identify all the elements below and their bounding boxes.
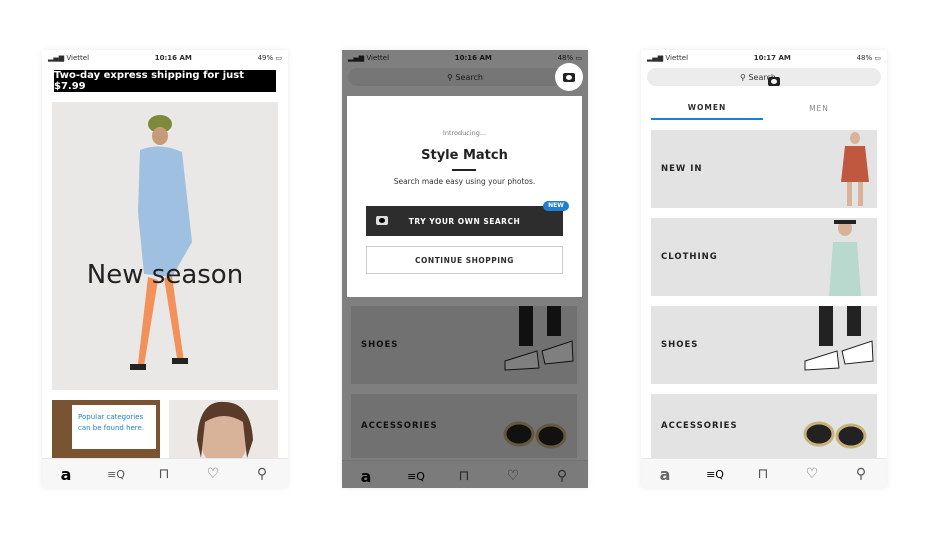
new-badge: NEW bbox=[543, 201, 569, 211]
heart-icon[interactable]: ♡ bbox=[803, 465, 821, 483]
heart-icon[interactable]: ♡ bbox=[204, 465, 222, 483]
home-icon[interactable]: a bbox=[656, 465, 674, 484]
camera-search-button[interactable] bbox=[555, 63, 583, 91]
home-icon[interactable]: a bbox=[57, 465, 75, 484]
status-bar: ▂▄▆ Viettel 10:16 AM 49% ▭ bbox=[42, 50, 288, 66]
model-portrait-image bbox=[197, 401, 253, 458]
shipping-banner[interactable]: Two-day express shipping for just $7.99 bbox=[54, 70, 276, 92]
bottom-tab-bar: a ≡Q ⊓ ♡ ⚲ bbox=[641, 458, 887, 488]
camera-icon bbox=[376, 216, 388, 227]
battery-level: 48% bbox=[856, 54, 873, 62]
phone-home-screen: ▂▄▆ Viettel 10:16 AM 49% ▭ Two-day expre… bbox=[42, 50, 288, 488]
button-label: TRY YOUR OWN SEARCH bbox=[408, 216, 521, 226]
tab-women[interactable]: WOMEN bbox=[651, 96, 763, 120]
battery-icon: ▭ bbox=[874, 54, 881, 62]
category-tile-popular[interactable]: Popular categories can be found here. bbox=[52, 400, 160, 458]
style-match-modal: Introducing... Style Match Search made e… bbox=[347, 96, 582, 297]
search-bar[interactable]: ⚲ Search bbox=[647, 68, 881, 86]
battery-level: 49% bbox=[257, 54, 274, 62]
signal-icon: ▂▄▆ bbox=[647, 54, 664, 62]
modal-title: Style Match bbox=[421, 148, 508, 163]
new-in-model-image bbox=[841, 132, 869, 206]
carrier: Viettel bbox=[66, 54, 90, 62]
camera-icon[interactable] bbox=[767, 76, 780, 86]
camera-icon bbox=[563, 72, 575, 82]
popular-categories-tooltip: Popular categories can be found here. bbox=[72, 405, 156, 449]
bag-icon[interactable]: ⊓ bbox=[155, 465, 173, 483]
bottom-tab-bar: a ≡Q ⊓ ♡ ⚲ bbox=[42, 458, 288, 488]
hero-banner[interactable]: New season bbox=[52, 102, 278, 390]
modal-subtitle: Search made easy using your photos. bbox=[393, 177, 536, 186]
search-categories-icon[interactable]: ≡Q bbox=[107, 465, 125, 483]
phone-style-match-screen: ▂▄▆ Viettel 10:16 AM 48% ▭ ⚲ Search SHOE… bbox=[342, 50, 588, 488]
try-your-own-search-button[interactable]: TRY YOUR OWN SEARCH bbox=[366, 206, 563, 236]
shoes-image bbox=[804, 306, 874, 371]
hero-title: New season bbox=[86, 260, 244, 290]
signal-icon: ▂▄▆ bbox=[48, 54, 65, 62]
category-label: SHOES bbox=[661, 340, 699, 350]
category-tile-new-in[interactable]: NEW IN bbox=[651, 130, 877, 208]
clothing-model-image bbox=[829, 220, 861, 296]
clock: 10:16 AM bbox=[154, 54, 192, 62]
account-icon[interactable]: ⚲ bbox=[253, 465, 271, 483]
account-icon[interactable]: ⚲ bbox=[852, 465, 870, 483]
category-tile-portrait[interactable] bbox=[169, 400, 278, 458]
battery-icon: ▭ bbox=[275, 54, 282, 62]
phone-categories-screen: ▂▄▆ Viettel 10:17 AM 48% ▭ ⚲ Search WOME… bbox=[641, 50, 887, 488]
status-bar: ▂▄▆ Viettel 10:17 AM 48% ▭ bbox=[641, 50, 887, 66]
continue-shopping-button[interactable]: CONTINUE SHOPPING bbox=[366, 246, 563, 274]
sunglasses-image bbox=[803, 421, 867, 449]
bag-icon[interactable]: ⊓ bbox=[754, 465, 772, 483]
tab-men[interactable]: MEN bbox=[763, 96, 875, 120]
search-icon: ⚲ bbox=[740, 72, 749, 82]
title-underline bbox=[452, 169, 476, 171]
category-tile-accessories[interactable]: ACCESSORIES bbox=[651, 394, 877, 458]
carrier: Viettel bbox=[665, 54, 689, 62]
category-tile-clothing[interactable]: CLOTHING bbox=[651, 218, 877, 296]
modal-intro: Introducing... bbox=[442, 129, 487, 137]
category-label: NEW IN bbox=[661, 164, 703, 174]
category-label: CLOTHING bbox=[661, 252, 718, 262]
clock: 10:17 AM bbox=[753, 54, 791, 62]
hero-model-image bbox=[130, 115, 192, 370]
category-tile-shoes[interactable]: SHOES bbox=[651, 306, 877, 384]
search-categories-icon[interactable]: ≡Q bbox=[706, 465, 724, 483]
category-label: ACCESSORIES bbox=[661, 421, 738, 431]
